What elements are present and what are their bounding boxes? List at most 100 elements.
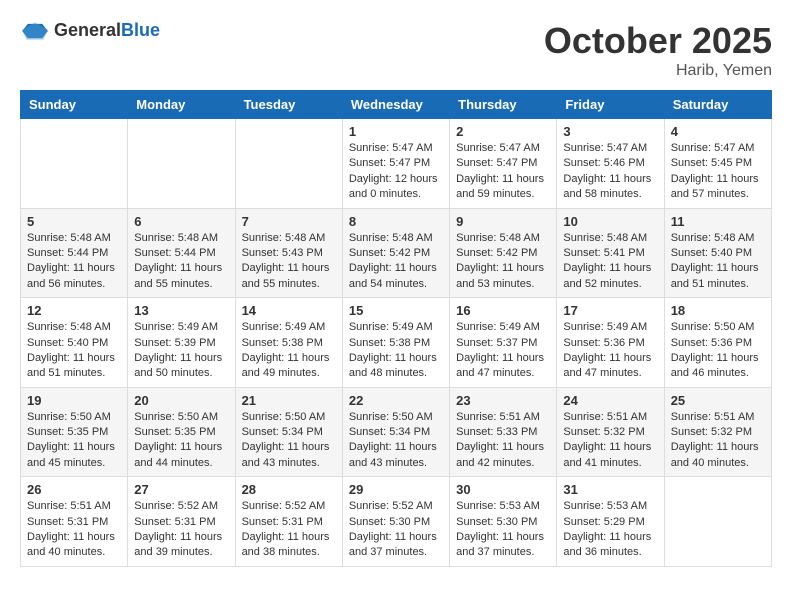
calendar-cell <box>235 119 342 209</box>
calendar-cell: 8 Sunrise: 5:48 AM Sunset: 5:42 PM Daylig… <box>342 208 449 298</box>
calendar-cell: 23Sunrise: 5:51 AM Sunset: 5:33 PM Dayli… <box>450 387 557 477</box>
day-number: 12 <box>27 303 121 318</box>
weekday-header-sunday: Sunday <box>21 91 128 119</box>
calendar-cell: 15 Sunrise: 5:49 AM Sunset: 5:38 PM Dayli… <box>342 298 449 388</box>
day-number: 17 <box>563 303 657 318</box>
calendar-cell: 27 Sunrise: 5:52 AM Sunset: 5:31 PM Dayli… <box>128 477 235 567</box>
calendar-cell: 3 Sunrise: 5:47 AM Sunset: 5:46 PM Daylig… <box>557 119 664 209</box>
day-info: Sunrise: 5:49 AM Sunset: 5:38 PM Dayligh… <box>349 320 443 382</box>
month-title: October 2025 <box>544 20 772 62</box>
day-info: Sunrise: 5:48 AM Sunset: 5:43 PM Dayligh… <box>242 231 336 293</box>
day-info: Sunrise: 5:50 AM Sunset: 5:35 PM Dayligh… <box>134 410 228 472</box>
calendar-cell: 9 Sunrise: 5:48 AM Sunset: 5:42 PM Daylig… <box>450 208 557 298</box>
day-number: 29 <box>349 482 443 497</box>
weekday-header-friday: Friday <box>557 91 664 119</box>
day-number: 3 <box>563 124 657 139</box>
day-number: 13 <box>134 303 228 318</box>
calendar-cell: 26 Sunrise: 5:51 AM Sunset: 5:31 PM Dayli… <box>21 477 128 567</box>
day-number: 1 <box>349 124 443 139</box>
calendar-cell: 20 Sunrise: 5:50 AM Sunset: 5:35 PM Dayli… <box>128 387 235 477</box>
day-info: Sunrise: 5:52 AM Sunset: 5:31 PM Dayligh… <box>242 499 336 561</box>
logo-blue: Blue <box>121 20 160 41</box>
day-info: Sunrise: 5:51 AM Sunset: 5:32 PM Dayligh… <box>563 410 657 472</box>
calendar-cell: 22 Sunrise: 5:50 AM Sunset: 5:34 PM Dayli… <box>342 387 449 477</box>
day-info: Sunrise: 5:50 AM Sunset: 5:35 PM Dayligh… <box>27 410 121 472</box>
day-info: Sunrise: 5:48 AM Sunset: 5:40 PM Dayligh… <box>27 320 121 382</box>
calendar-week-row: 1 Sunrise: 5:47 AM Sunset: 5:47 PM Daylig… <box>21 119 772 209</box>
day-number: 26 <box>27 482 121 497</box>
day-number: 25 <box>671 393 765 408</box>
day-info: Sunrise: 5:48 AM Sunset: 5:40 PM Dayligh… <box>671 231 765 293</box>
weekday-header-saturday: Saturday <box>664 91 771 119</box>
day-info: Sunrise: 5:48 AM Sunset: 5:42 PM Dayligh… <box>349 231 443 293</box>
calendar-cell: 19 Sunrise: 5:50 AM Sunset: 5:35 PM Dayli… <box>21 387 128 477</box>
day-info: Sunrise: 5:51 AM Sunset: 5:31 PM Dayligh… <box>27 499 121 561</box>
logo: General Blue <box>20 20 160 41</box>
day-number: 28 <box>242 482 336 497</box>
calendar-cell <box>128 119 235 209</box>
day-info: Sunrise: 5:48 AM Sunset: 5:41 PM Dayligh… <box>563 231 657 293</box>
calendar-cell: 31Sunrise: 5:53 AM Sunset: 5:29 PM Dayli… <box>557 477 664 567</box>
location: Harib, Yemen <box>544 62 772 80</box>
day-number: 24 <box>563 393 657 408</box>
day-number: 4 <box>671 124 765 139</box>
day-number: 11 <box>671 214 765 229</box>
day-info: Sunrise: 5:53 AM Sunset: 5:30 PM Dayligh… <box>456 499 550 561</box>
logo-general: General <box>54 20 121 41</box>
calendar-cell: 5 Sunrise: 5:48 AM Sunset: 5:44 PM Daylig… <box>21 208 128 298</box>
day-number: 20 <box>134 393 228 408</box>
calendar-table: SundayMondayTuesdayWednesdayThursdayFrid… <box>20 90 772 567</box>
day-number: 10 <box>563 214 657 229</box>
calendar-cell: 18Sunrise: 5:50 AM Sunset: 5:36 PM Dayli… <box>664 298 771 388</box>
calendar-cell: 10 Sunrise: 5:48 AM Sunset: 5:41 PM Dayli… <box>557 208 664 298</box>
day-number: 22 <box>349 393 443 408</box>
calendar-cell: 14 Sunrise: 5:49 AM Sunset: 5:38 PM Dayli… <box>235 298 342 388</box>
day-number: 19 <box>27 393 121 408</box>
weekday-header-row: SundayMondayTuesdayWednesdayThursdayFrid… <box>21 91 772 119</box>
day-info: Sunrise: 5:50 AM Sunset: 5:34 PM Dayligh… <box>349 410 443 472</box>
weekday-header-thursday: Thursday <box>450 91 557 119</box>
day-info: Sunrise: 5:47 AM Sunset: 5:45 PM Dayligh… <box>671 141 765 203</box>
day-number: 30 <box>456 482 550 497</box>
calendar-week-row: 19 Sunrise: 5:50 AM Sunset: 5:35 PM Dayli… <box>21 387 772 477</box>
day-number: 21 <box>242 393 336 408</box>
day-number: 2 <box>456 124 550 139</box>
calendar-cell: 24 Sunrise: 5:51 AM Sunset: 5:32 PM Dayli… <box>557 387 664 477</box>
calendar-cell: 4 Sunrise: 5:47 AM Sunset: 5:45 PM Daylig… <box>664 119 771 209</box>
day-number: 9 <box>456 214 550 229</box>
day-info: Sunrise: 5:48 AM Sunset: 5:44 PM Dayligh… <box>134 231 228 293</box>
calendar-cell: 6Sunrise: 5:48 AM Sunset: 5:44 PM Daylig… <box>128 208 235 298</box>
day-info: Sunrise: 5:48 AM Sunset: 5:44 PM Dayligh… <box>27 231 121 293</box>
calendar-cell: 13Sunrise: 5:49 AM Sunset: 5:39 PM Dayli… <box>128 298 235 388</box>
day-number: 14 <box>242 303 336 318</box>
calendar-cell <box>21 119 128 209</box>
calendar-cell: 7Sunrise: 5:48 AM Sunset: 5:43 PM Daylig… <box>235 208 342 298</box>
day-info: Sunrise: 5:52 AM Sunset: 5:31 PM Dayligh… <box>134 499 228 561</box>
day-info: Sunrise: 5:49 AM Sunset: 5:38 PM Dayligh… <box>242 320 336 382</box>
day-info: Sunrise: 5:47 AM Sunset: 5:46 PM Dayligh… <box>563 141 657 203</box>
calendar-cell: 25 Sunrise: 5:51 AM Sunset: 5:32 PM Dayli… <box>664 387 771 477</box>
day-number: 5 <box>27 214 121 229</box>
calendar-cell: 17Sunrise: 5:49 AM Sunset: 5:36 PM Dayli… <box>557 298 664 388</box>
day-number: 8 <box>349 214 443 229</box>
day-info: Sunrise: 5:48 AM Sunset: 5:42 PM Dayligh… <box>456 231 550 293</box>
calendar-week-row: 5 Sunrise: 5:48 AM Sunset: 5:44 PM Daylig… <box>21 208 772 298</box>
day-number: 16 <box>456 303 550 318</box>
calendar-week-row: 12 Sunrise: 5:48 AM Sunset: 5:40 PM Dayli… <box>21 298 772 388</box>
calendar-cell <box>664 477 771 567</box>
day-number: 27 <box>134 482 228 497</box>
day-info: Sunrise: 5:51 AM Sunset: 5:33 PM Dayligh… <box>456 410 550 472</box>
day-info: Sunrise: 5:50 AM Sunset: 5:36 PM Dayligh… <box>671 320 765 382</box>
calendar-cell: 11 Sunrise: 5:48 AM Sunset: 5:40 PM Dayli… <box>664 208 771 298</box>
weekday-header-wednesday: Wednesday <box>342 91 449 119</box>
logo-icon <box>20 21 50 41</box>
day-info: Sunrise: 5:49 AM Sunset: 5:37 PM Dayligh… <box>456 320 550 382</box>
day-number: 15 <box>349 303 443 318</box>
day-info: Sunrise: 5:51 AM Sunset: 5:32 PM Dayligh… <box>671 410 765 472</box>
day-info: Sunrise: 5:47 AM Sunset: 5:47 PM Dayligh… <box>456 141 550 203</box>
calendar-cell: 2 Sunrise: 5:47 AM Sunset: 5:47 PM Daylig… <box>450 119 557 209</box>
title-block: October 2025 Harib, Yemen <box>544 20 772 80</box>
day-info: Sunrise: 5:50 AM Sunset: 5:34 PM Dayligh… <box>242 410 336 472</box>
page-header: General Blue October 2025 Harib, Yemen <box>20 20 772 80</box>
weekday-header-monday: Monday <box>128 91 235 119</box>
